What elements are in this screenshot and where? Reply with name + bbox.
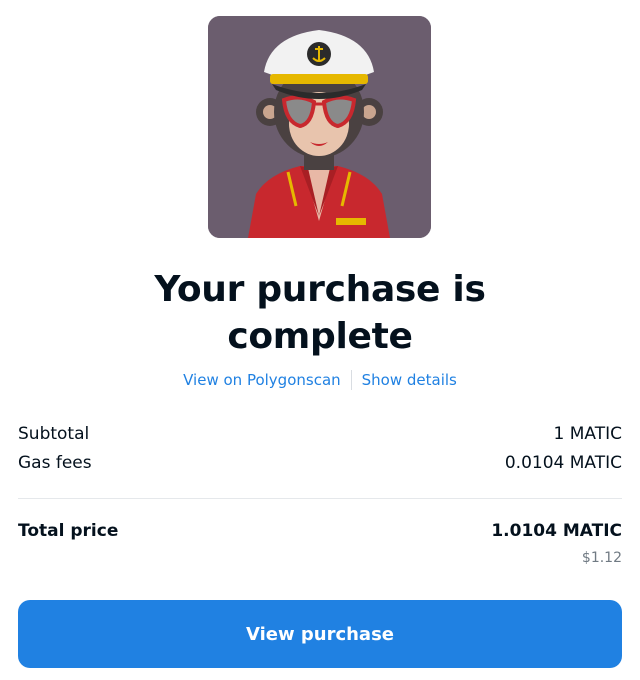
- title-line-2: complete: [227, 316, 413, 357]
- purchase-links: View on Polygonscan Show details: [0, 370, 640, 390]
- page-title: Your purchase is complete: [0, 266, 640, 360]
- view-purchase-button[interactable]: View purchase: [18, 600, 622, 668]
- title-line-1: Your purchase is: [154, 269, 486, 310]
- total-price-label: Total price: [18, 521, 119, 541]
- total-price-value: 1.0104 MATIC: [491, 521, 622, 541]
- subtotal-label: Subtotal: [18, 424, 90, 444]
- subtotal-row: Subtotal 1 MATIC: [18, 424, 622, 444]
- link-divider: [350, 370, 352, 390]
- gas-fees-row: Gas fees 0.0104 MATIC: [18, 453, 622, 473]
- view-on-polygonscan-link[interactable]: View on Polygonscan: [183, 371, 341, 389]
- total-price-usd: $1.12: [581, 550, 622, 566]
- subtotal-value: 1 MATIC: [553, 424, 622, 444]
- gas-fees-value: 0.0104 MATIC: [504, 453, 622, 473]
- show-details-link[interactable]: Show details: [362, 371, 457, 389]
- total-price-row: Total price 1.0104 MATIC: [18, 521, 622, 541]
- gas-fees-label: Gas fees: [18, 453, 92, 473]
- summary-divider: [18, 498, 622, 499]
- nft-image: [208, 16, 431, 238]
